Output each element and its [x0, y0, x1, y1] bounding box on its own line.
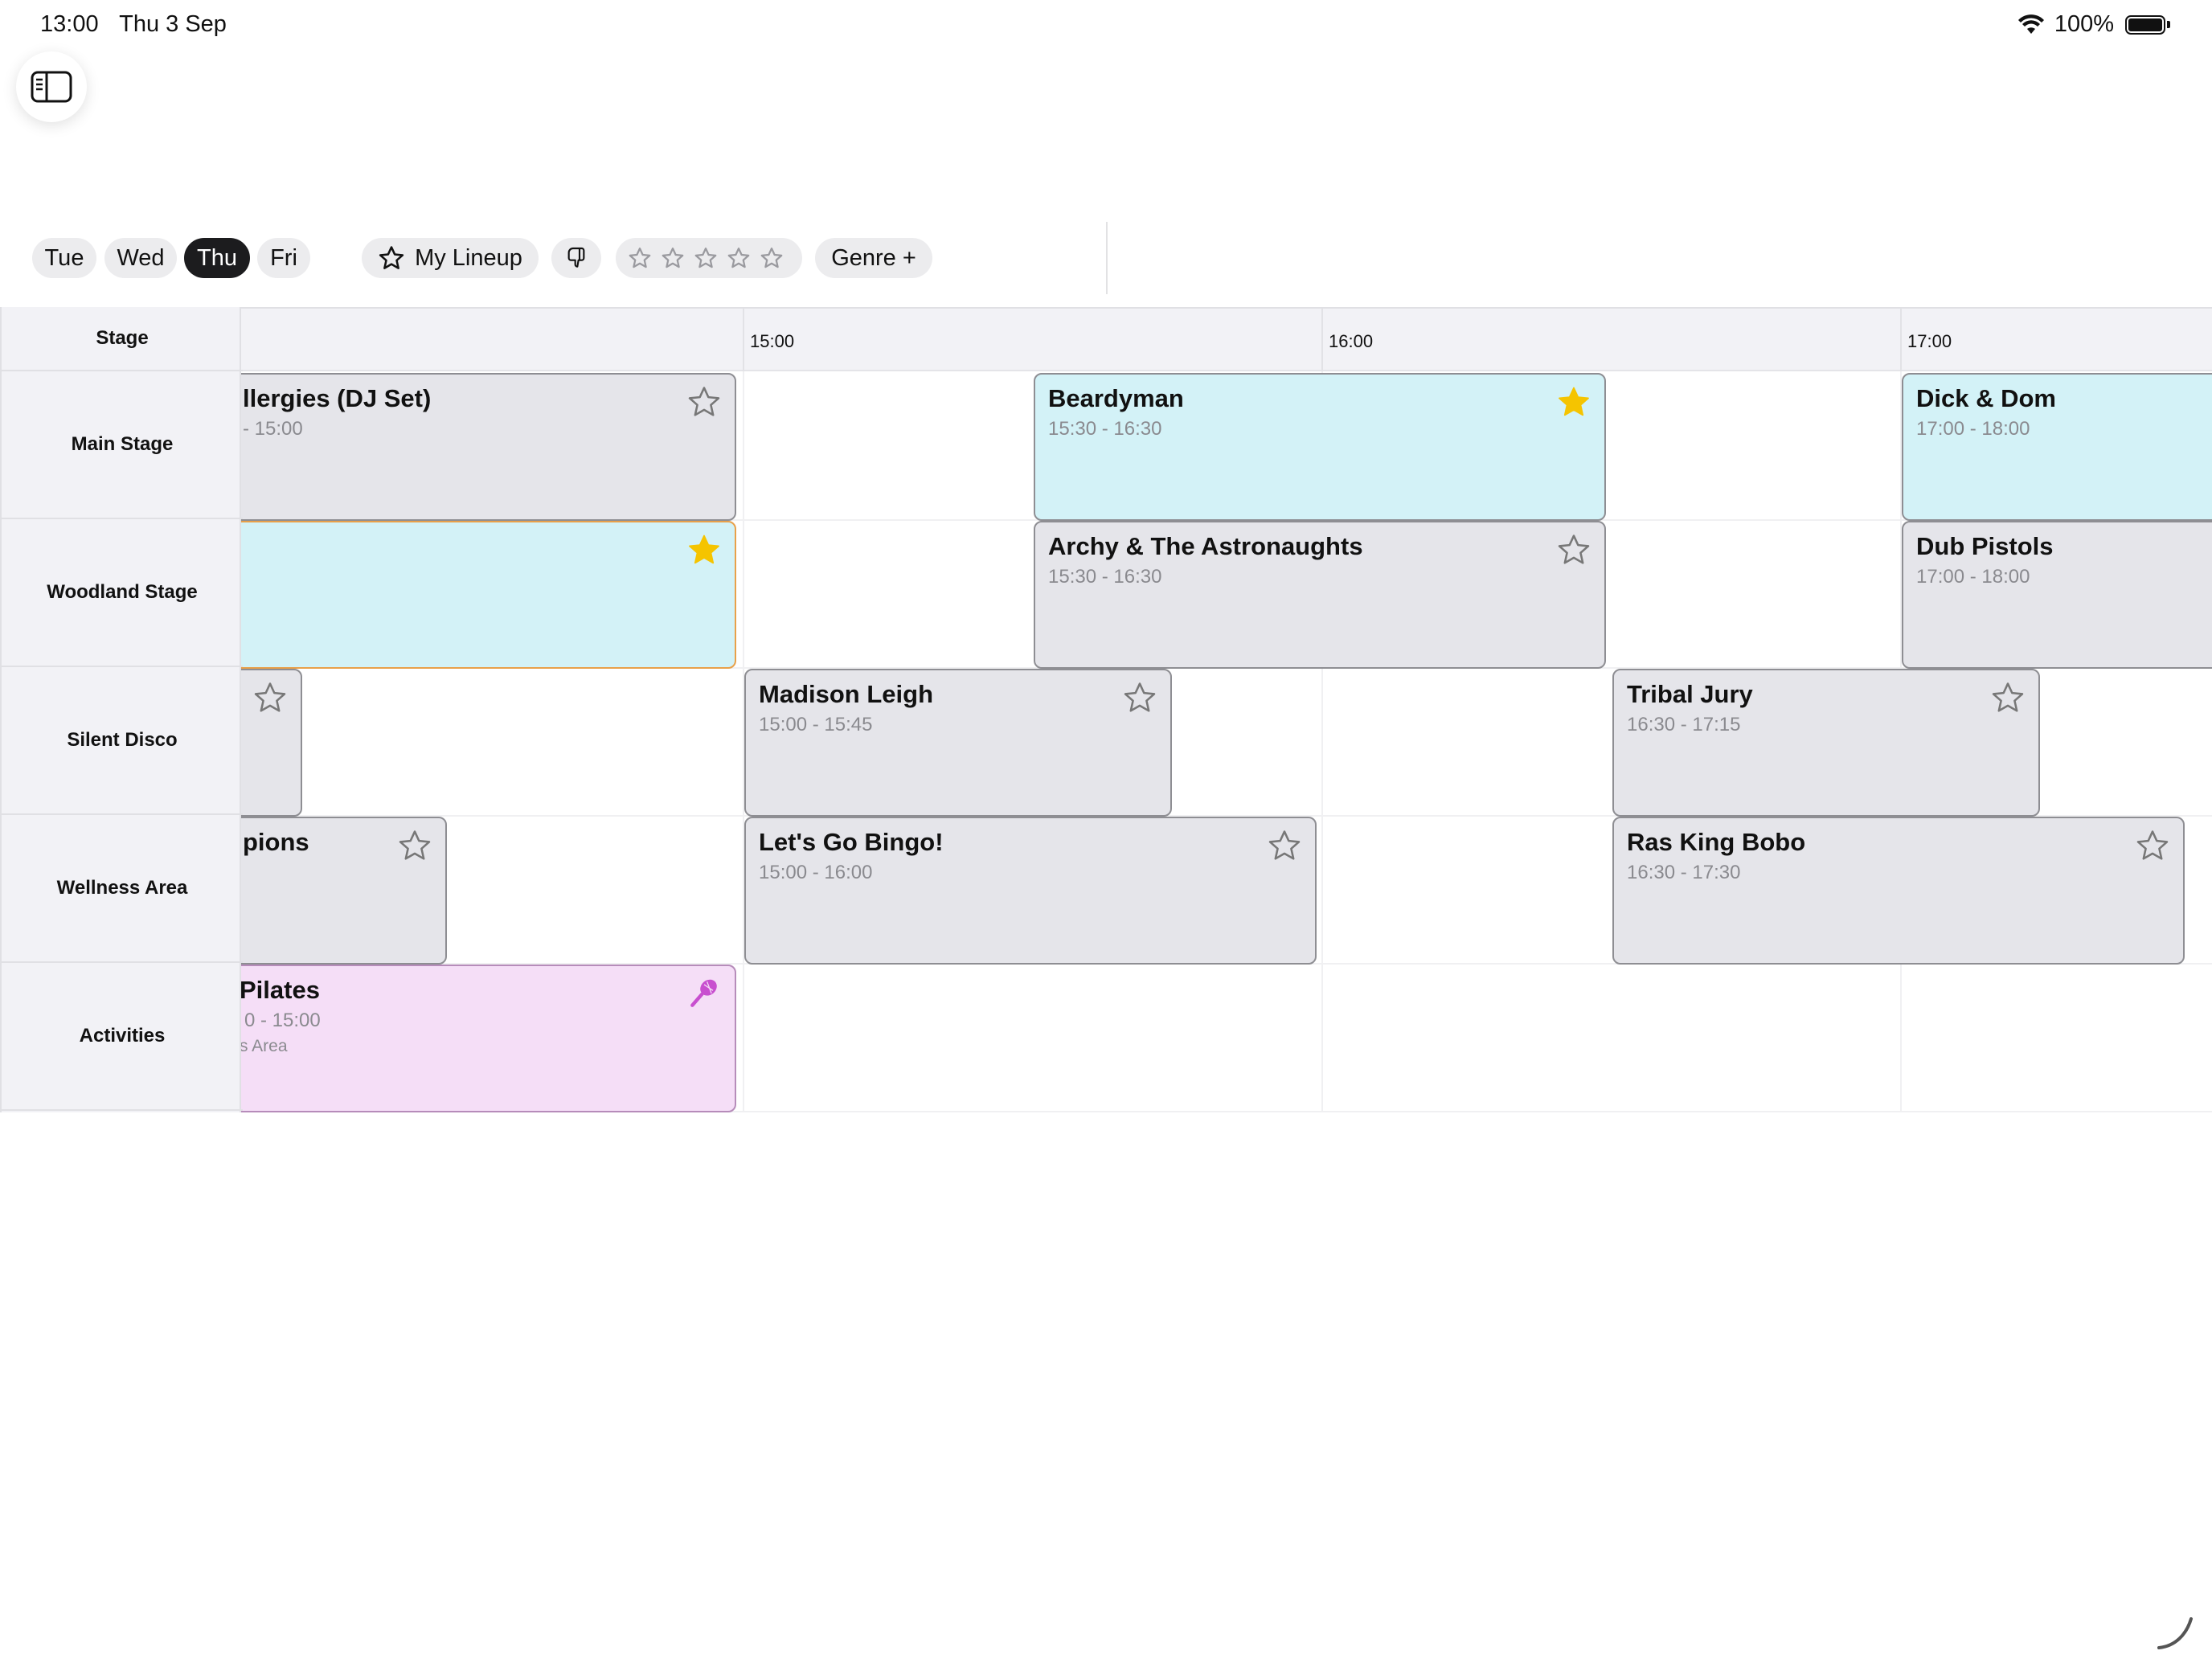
star-outline-icon[interactable]	[252, 680, 288, 715]
day-tab-fri[interactable]: Fri	[257, 238, 310, 278]
activity-card[interactable]: Pilates 0 - 15:00 s Area	[241, 965, 736, 1112]
stage-column: Stage Main Stage Woodland Stage Silent D…	[0, 307, 243, 1112]
star-outline-icon[interactable]	[1556, 532, 1591, 567]
event-card[interactable]: Ras King Bobo 16:30 - 17:30	[1612, 817, 2185, 965]
stage-column-header: Stage	[2, 307, 243, 371]
event-card[interactable]	[241, 669, 302, 817]
my-lineup-label: My Lineup	[415, 244, 522, 271]
star-outline-icon[interactable]	[397, 828, 432, 863]
event-card[interactable]: Archy & The Astronaughts 15:30 - 16:30	[1034, 521, 1606, 669]
day-tab-wed[interactable]: Wed	[104, 238, 177, 278]
status-bar-left: 13:00 Thu 3 Sep	[40, 11, 241, 38]
day-tab-tue[interactable]: Tue	[32, 238, 96, 278]
event-card[interactable]: Dub Pistols 17:00 - 18:00	[1902, 521, 2212, 669]
stage-label: Woodland Stage	[2, 519, 243, 667]
genre-label: Genre +	[831, 244, 916, 271]
dislike-filter-button[interactable]	[551, 238, 601, 278]
star-filled-icon[interactable]	[1556, 384, 1591, 420]
event-card[interactable]: Tribal Jury 16:30 - 17:15	[1612, 669, 2040, 817]
status-time: 13:00	[40, 11, 99, 37]
pencil-indicator-icon	[2157, 1617, 2193, 1649]
genre-filter-button[interactable]: Genre +	[815, 238, 932, 278]
event-card[interactable]: Let's Go Bingo! 15:00 - 16:00	[744, 817, 1317, 965]
status-date: Thu 3 Sep	[119, 11, 227, 37]
stage-label: Activities	[2, 963, 243, 1111]
toolbar-divider	[1106, 222, 1108, 294]
star-outline-icon[interactable]	[1122, 680, 1157, 715]
event-card-favorite[interactable]: Beardyman 15:30 - 16:30	[1034, 373, 1606, 521]
event-card-favorite[interactable]: Dick & Dom 17:00 - 18:00	[1902, 373, 2212, 521]
event-card-favorite[interactable]	[241, 521, 736, 669]
sidebar-toggle-button[interactable]	[16, 51, 87, 122]
wifi-icon	[2017, 14, 2044, 34]
stage-label: Main Stage	[2, 371, 243, 519]
schedule-grid: 15:00 16:00 17:00 llergies (DJ Set) - 15…	[0, 307, 2212, 1112]
star-outline-icon[interactable]	[1990, 680, 2026, 715]
event-card[interactable]: llergies (DJ Set) - 15:00	[241, 373, 736, 521]
racket-icon	[690, 979, 717, 1007]
battery-icon	[2125, 14, 2170, 35]
star-outline-icon[interactable]	[1267, 828, 1302, 863]
stage-label: Wellness Area	[2, 815, 243, 963]
star-filled-icon[interactable]	[686, 532, 722, 567]
events-area[interactable]: llergies (DJ Set) - 15:00 Beardyman 15:3…	[241, 307, 2212, 1112]
stage-label: Silent Disco	[2, 667, 243, 815]
my-lineup-button[interactable]: My Lineup	[362, 238, 539, 278]
star-outline-icon	[378, 244, 405, 272]
star-outline-icon[interactable]	[2135, 828, 2170, 863]
star-outline-icon[interactable]	[686, 384, 722, 420]
thumbs-down-icon	[567, 247, 585, 268]
day-tab-thu[interactable]: Thu	[184, 238, 250, 278]
status-bar-right: 100%	[2017, 11, 2170, 38]
rating-stars-icon	[629, 248, 783, 268]
event-card[interactable]: Madison Leigh 15:00 - 15:45	[744, 669, 1172, 817]
sidebar-icon	[31, 71, 72, 103]
rating-filter[interactable]	[616, 238, 802, 278]
battery-percent: 100%	[2054, 11, 2114, 37]
event-card[interactable]: pions	[241, 817, 447, 965]
